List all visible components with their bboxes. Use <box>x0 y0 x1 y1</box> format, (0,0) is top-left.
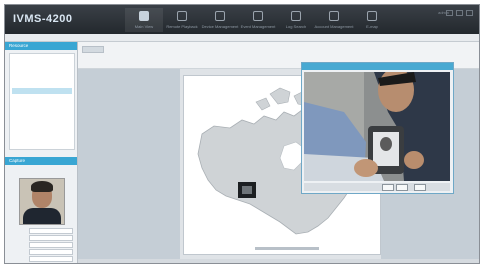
status-bar <box>78 259 479 263</box>
map-icon <box>367 11 377 21</box>
window-controls <box>446 10 473 16</box>
maximize-icon[interactable] <box>456 10 463 16</box>
event-icon <box>253 11 263 21</box>
close-video-button[interactable] <box>414 184 426 191</box>
horizontal-scrollbar[interactable] <box>255 247 319 250</box>
main-nav: Main View Remote Playback Device Managem… <box>125 8 391 32</box>
info-field <box>29 227 73 234</box>
live-video-popup[interactable] <box>301 62 454 194</box>
snapshot-button[interactable] <box>382 184 394 191</box>
nav-item-device-management[interactable]: Device Management <box>201 8 239 32</box>
record-button[interactable] <box>396 184 408 191</box>
video-scene <box>304 72 450 181</box>
hand-shape <box>404 151 424 169</box>
tablet-photo-shape <box>380 137 392 151</box>
hand-shape <box>354 159 378 177</box>
nav-label: E-map <box>366 24 378 29</box>
log-icon <box>291 11 301 21</box>
info-row <box>9 234 73 241</box>
tree-item-selected[interactable] <box>12 88 72 94</box>
view-tab[interactable] <box>82 46 104 53</box>
nav-item-account-management[interactable]: Account Management <box>315 8 353 32</box>
nav-label: Device Management <box>201 24 239 29</box>
app-logo: IVMS-4200 <box>13 13 73 25</box>
nav-label: Main View <box>134 24 154 29</box>
camera-hotspot-inner <box>242 186 252 194</box>
captured-face-thumbnail[interactable] <box>19 178 65 225</box>
panel-header: Capture <box>5 157 77 165</box>
nav-item-emap[interactable]: E-map <box>353 8 391 32</box>
close-icon[interactable] <box>466 10 473 16</box>
left-empty-area <box>78 69 180 259</box>
nav-label: Log Search <box>285 24 307 29</box>
nav-label: Account Management <box>314 24 354 29</box>
resource-tree <box>9 53 75 150</box>
info-field <box>29 248 73 255</box>
info-field <box>29 234 73 241</box>
monitor-icon <box>139 11 149 21</box>
nav-item-log-search[interactable]: Log Search <box>277 8 315 32</box>
tree-item[interactable] <box>12 64 72 70</box>
app-window: IVMS-4200 Main View Remote Playback Devi… <box>4 4 480 264</box>
nav-item-event-management[interactable]: Event Management <box>239 8 277 32</box>
tree-item[interactable] <box>12 72 72 78</box>
nav-item-remote-playback[interactable]: Remote Playback <box>163 8 201 32</box>
hair-shape <box>31 181 53 192</box>
info-row <box>9 241 73 248</box>
minimize-icon[interactable] <box>446 10 453 16</box>
title-bar: IVMS-4200 Main View Remote Playback Devi… <box>5 5 479 34</box>
panel-header: Resource <box>5 42 77 50</box>
shirt-shape <box>23 208 61 224</box>
toolbar-strip <box>5 34 479 42</box>
info-field <box>29 241 73 248</box>
popup-title-bar <box>302 63 453 70</box>
account-icon <box>329 11 339 21</box>
nav-label: Event Management <box>240 24 276 29</box>
info-row <box>9 227 73 234</box>
info-row <box>9 248 73 255</box>
info-row <box>9 255 73 262</box>
device-icon <box>215 11 225 21</box>
left-panel: Resource Capture <box>5 42 78 263</box>
video-control-bar <box>304 183 450 191</box>
nav-label: Remote Playback <box>166 24 198 29</box>
tree-item[interactable] <box>12 56 72 62</box>
live-video-frame[interactable] <box>304 72 450 181</box>
info-field <box>29 255 73 262</box>
playback-icon <box>177 11 187 21</box>
nav-item-main-view[interactable]: Main View <box>125 8 163 32</box>
tree-item[interactable] <box>12 80 72 86</box>
capture-panel-header: Capture <box>5 157 77 165</box>
